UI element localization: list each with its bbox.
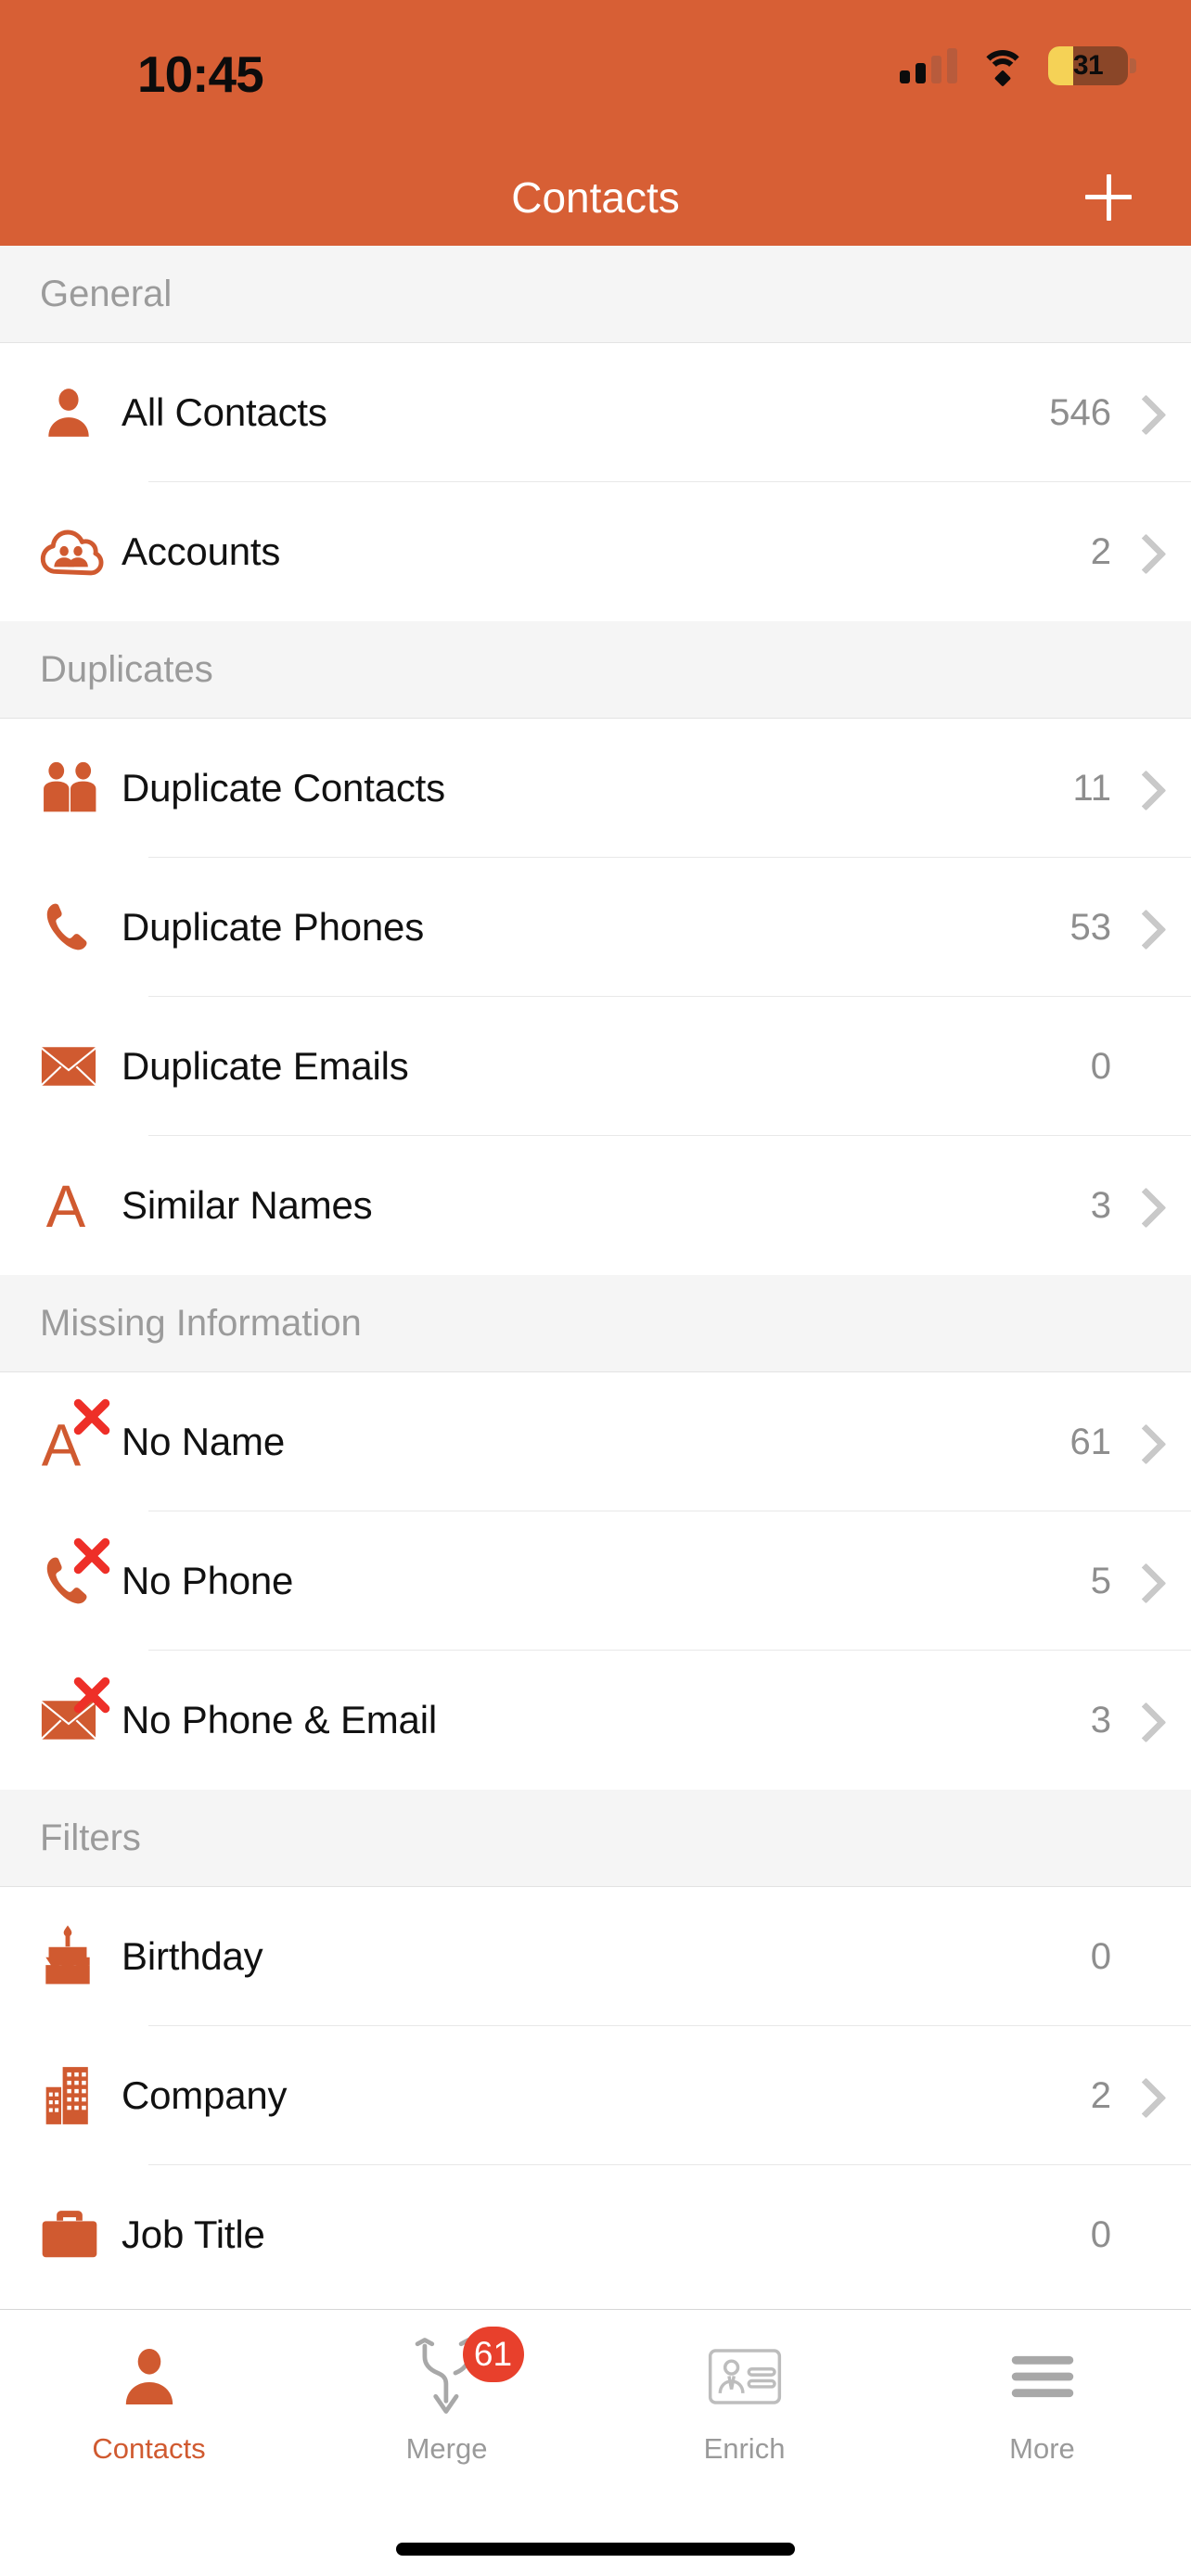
- tab-label: Enrich: [703, 2432, 786, 2465]
- cloud-accounts-icon: [40, 510, 117, 593]
- list-row-count: 2: [1090, 2074, 1111, 2116]
- chevron-right-icon: [1130, 1422, 1154, 1462]
- list-row-no-phone-email[interactable]: No Phone & Email 3: [0, 1651, 1191, 1790]
- list-row-count: 2: [1090, 530, 1111, 572]
- list-row-label: Birthday: [122, 1934, 263, 1978]
- list-row-label: No Name: [122, 1420, 285, 1463]
- status-bar-indicators: 31: [900, 46, 1136, 87]
- section-header-filters: Filters: [0, 1790, 1191, 1887]
- two-people-icon: [40, 746, 117, 830]
- list-row-label: Company: [122, 2073, 288, 2117]
- section-rows: Duplicate Contacts 11 Duplicate Phones 53 Du…: [0, 719, 1191, 1275]
- list-row-no-name[interactable]: A No Name 61: [0, 1372, 1191, 1511]
- chevron-right-icon: [1130, 2075, 1154, 2116]
- list-row-job-title[interactable]: Job Title 0: [0, 2165, 1191, 2304]
- phone-icon: [40, 886, 117, 969]
- section-header-general: General: [0, 246, 1191, 343]
- letter-a-icon: A: [40, 1164, 117, 1247]
- contact-card-icon: [708, 2334, 782, 2419]
- list-row-count: 61: [1069, 1421, 1112, 1462]
- list-row-all-contacts[interactable]: All Contacts 546: [0, 343, 1191, 482]
- phone-error-icon: [40, 1537, 117, 1623]
- list-row-count: 0: [1090, 1935, 1111, 1977]
- list-row-label: Similar Names: [122, 1183, 373, 1227]
- section-header-duplicates: Duplicates: [0, 621, 1191, 719]
- list-row-count: 3: [1090, 1184, 1111, 1226]
- chevron-right-icon: [1130, 768, 1154, 809]
- page-title: Contacts: [511, 172, 680, 222]
- battery-icon: 31: [1048, 46, 1136, 85]
- list-row-count: 546: [1049, 391, 1111, 433]
- chevron-right-icon: [1130, 392, 1154, 433]
- list-row-count: 53: [1069, 906, 1112, 948]
- list-row-label: Accounts: [122, 529, 281, 573]
- tab-contacts[interactable]: Contacts: [0, 2310, 298, 2576]
- section-rows: A No Name 61 No Phone 5 No Phone & Email 3: [0, 1372, 1191, 1790]
- list-row-count: 3: [1090, 1699, 1111, 1741]
- settings-list[interactable]: General All Contacts 546 Accounts 2 Duplicate…: [0, 246, 1191, 2309]
- status-bar-time: 10:45: [137, 45, 264, 103]
- home-indicator: [396, 2543, 795, 2556]
- wifi-icon: [980, 48, 1026, 87]
- list-row-accounts[interactable]: Accounts 2: [0, 482, 1191, 621]
- chevron-right-icon: [1130, 531, 1154, 572]
- list-row-duplicate-phones[interactable]: Duplicate Phones 53: [0, 858, 1191, 997]
- chevron-right-icon: [1130, 1185, 1154, 1226]
- list-row-count: 0: [1090, 1045, 1111, 1087]
- person-icon: [116, 2334, 183, 2419]
- list-row-label: Duplicate Phones: [122, 905, 425, 949]
- list-row-birthday[interactable]: Birthday 0: [0, 1887, 1191, 2026]
- list-row-duplicate-contacts[interactable]: Duplicate Contacts 11: [0, 719, 1191, 858]
- chevron-right-icon: [1130, 907, 1154, 948]
- section-rows: Birthday 0 Company 2 Job Title 0: [0, 1887, 1191, 2304]
- list-row-count: 11: [1072, 767, 1111, 809]
- list-row-count: 5: [1090, 1560, 1111, 1601]
- tab-more[interactable]: More: [893, 2310, 1191, 2576]
- cellular-signal-icon: [900, 48, 957, 83]
- hamburger-menu-icon: [1009, 2334, 1076, 2419]
- list-row-duplicate-emails[interactable]: Duplicate Emails 0: [0, 997, 1191, 1136]
- tab-badge: 61: [462, 2327, 524, 2382]
- tab-label: Merge: [405, 2432, 488, 2465]
- letter-a-error-icon: A: [40, 1398, 117, 1484]
- tab-label: More: [1009, 2432, 1075, 2465]
- section-header-label: General: [40, 273, 173, 314]
- section-header-missing-information: Missing Information: [0, 1275, 1191, 1372]
- add-contact-button[interactable]: [1076, 165, 1141, 230]
- chevron-right-icon: [1130, 1700, 1154, 1741]
- list-row-label: Duplicate Contacts: [122, 766, 445, 810]
- tab-label: Contacts: [92, 2432, 206, 2465]
- tab-enrich[interactable]: Enrich: [596, 2310, 893, 2576]
- section-header-label: Filters: [40, 1817, 141, 1858]
- svg-text:A: A: [46, 1177, 86, 1234]
- status-bar: 10:45 31: [0, 0, 1191, 148]
- section-header-label: Duplicates: [40, 648, 213, 690]
- list-row-count: 0: [1090, 2213, 1111, 2255]
- person-icon: [40, 371, 117, 454]
- list-row-label: All Contacts: [122, 390, 327, 434]
- navigation-bar: Contacts: [0, 148, 1191, 246]
- birthday-cake-icon: [40, 1915, 117, 1998]
- list-row-label: No Phone: [122, 1559, 294, 1602]
- list-row-no-phone[interactable]: No Phone 5: [0, 1511, 1191, 1651]
- briefcase-icon: [40, 2193, 117, 2276]
- section-rows: All Contacts 546 Accounts 2: [0, 343, 1191, 621]
- chevron-right-icon: [1130, 1561, 1154, 1601]
- list-row-label: No Phone & Email: [122, 1698, 437, 1741]
- list-row-label: Job Title: [122, 2213, 265, 2256]
- tab-merge[interactable]: 61 Merge: [298, 2310, 596, 2576]
- envelope-icon: [40, 1025, 117, 1108]
- list-row-label: Duplicate Emails: [122, 1044, 409, 1088]
- envelope-error-icon: [40, 1677, 117, 1762]
- merge-arrow-icon: 61: [413, 2327, 524, 2419]
- tab-bar: Contacts 61 Merge Enrich More: [0, 2309, 1191, 2576]
- list-row-similar-names[interactable]: A Similar Names 3: [0, 1136, 1191, 1275]
- building-icon: [40, 2054, 117, 2137]
- section-header-label: Missing Information: [40, 1302, 362, 1344]
- battery-percent-label: 31: [1072, 50, 1104, 81]
- list-row-company[interactable]: Company 2: [0, 2026, 1191, 2165]
